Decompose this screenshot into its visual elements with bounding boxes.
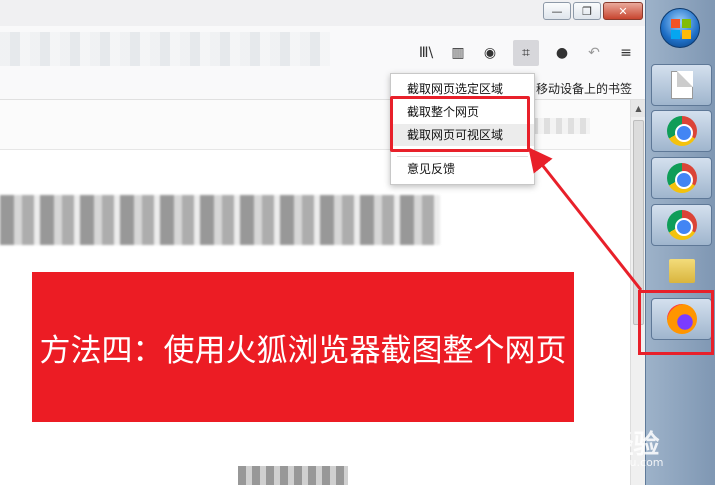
watermark-sub: jingyan.baidu.com: [562, 456, 664, 469]
folder-icon: [668, 259, 695, 283]
taskbar-folder-button[interactable]: [651, 250, 712, 292]
taskbar-chrome-button-1[interactable]: [651, 110, 712, 152]
chrome-icon: [666, 116, 697, 146]
taskbar-chrome-button-3[interactable]: [651, 204, 712, 246]
file-icon: [670, 71, 693, 99]
banner-text: 方法四：使用火狐浏览器截图整个网页: [39, 332, 567, 369]
menu-highlight-box: [390, 96, 530, 152]
page-header-strip: [0, 100, 630, 150]
mobile-bookmarks-link[interactable]: 移动设备上的书签: [536, 80, 632, 97]
title-bar: — ❐ ✕: [0, 0, 645, 26]
instruction-banner: 方法四：使用火狐浏览器截图整个网页: [32, 272, 574, 422]
chrome-icon: [666, 163, 697, 193]
blurred-header-text: [532, 118, 590, 134]
sidebar-icon[interactable]: ▥: [449, 44, 467, 62]
menu-divider: [397, 156, 528, 157]
library-icon[interactable]: Ⅲ\: [417, 44, 435, 62]
restore-button[interactable]: ❐: [573, 2, 601, 20]
feedback-icon[interactable]: ●: [553, 44, 571, 62]
taskbar-file-button[interactable]: [651, 64, 712, 106]
taskbar-chrome-button-2[interactable]: [651, 157, 712, 199]
menu-icon[interactable]: ≡: [617, 44, 635, 62]
blurred-address-area: [0, 32, 330, 66]
window-controls: — ❐ ✕: [543, 2, 643, 20]
start-orb-icon[interactable]: [660, 8, 700, 48]
windows-flag-icon: [671, 19, 691, 39]
close-button[interactable]: ✕: [603, 2, 643, 20]
undo-icon[interactable]: ↶: [585, 44, 603, 62]
scroll-up-arrow[interactable]: ▲: [631, 100, 646, 117]
bookmarks-bar: 移动设备上的书签: [0, 74, 645, 100]
chrome-icon: [666, 210, 697, 240]
toolbar-icons: Ⅲ\ ▥ ◉ ⌗ ● ↶ ≡: [417, 40, 635, 66]
baidu-watermark: Bai 经验 jingyan.baidu.com: [552, 420, 712, 480]
screenshot-icon[interactable]: ⌗: [513, 40, 539, 66]
minimize-button[interactable]: —: [543, 2, 571, 20]
menu-item-feedback[interactable]: 意见反馈: [391, 158, 534, 180]
navigation-toolbar: Ⅲ\ ▥ ◉ ⌗ ● ↶ ≡: [0, 26, 645, 74]
blurred-footer-text: [238, 466, 348, 485]
screen: — ❐ ✕ Ⅲ\ ▥ ◉ ⌗ ● ↶ ≡ 移动设备上的书签 ▲ 截取网页选定区域…: [0, 0, 715, 485]
windows-taskbar: [645, 0, 715, 485]
account-icon[interactable]: ◉: [481, 44, 499, 62]
taskbar-highlight-box: [638, 290, 714, 355]
blurred-heading: [0, 195, 440, 245]
